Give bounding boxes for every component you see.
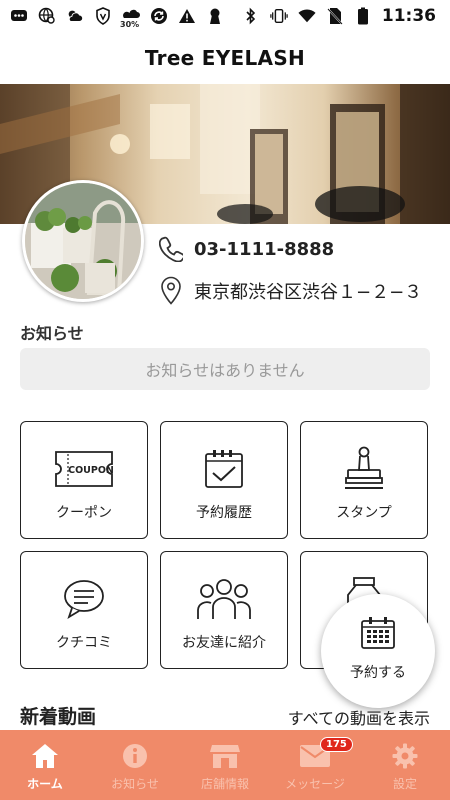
bottom-tab-bar: ホーム お知らせ 店舗情報 メッセージ 175 設定 [0,730,450,800]
battery-icon [354,7,372,25]
review-bubble-icon [21,574,147,624]
tab-settings-label: 設定 [392,777,417,791]
home-icon [31,742,59,770]
tab-messages[interactable]: メッセージ 175 [270,730,360,800]
news-empty-message: お知らせはありません [145,361,305,380]
gear-icon [392,742,418,770]
status-time: 11:36 [381,6,436,26]
address-text[interactable]: 東京都渋谷区渋谷１−２−３ [194,278,422,304]
status-bar: 30% 11:36 [0,0,450,32]
show-all-videos-link[interactable]: すべての動画を表示 [288,705,430,729]
stamp-label: スタンプ [336,505,392,521]
tab-settings[interactable]: 設定 [360,730,450,800]
review-label: クチコミ [56,635,112,651]
bluetooth-icon [242,7,260,25]
globe-search-icon [38,7,56,25]
coupon-label: クーポン [56,505,112,521]
coupon-tile[interactable]: COUPON クーポン [20,421,148,539]
tab-news[interactable]: お知らせ [90,730,180,800]
refer-friend-tile[interactable]: お友達に紹介 [160,551,288,669]
weather-icon [66,7,84,25]
reserve-button[interactable]: 予約する [321,594,435,708]
location-pin-icon [158,276,184,306]
warning-icon [178,7,196,25]
tab-store[interactable]: 店舗情報 [180,730,270,800]
phone-icon [158,234,184,264]
refer-friend-label: お友達に紹介 [182,635,266,651]
videos-heading: 新着動画 [20,706,97,728]
news-heading: お知らせ [20,324,84,343]
shop-phone[interactable]: 03-1111-8888 [158,234,334,264]
battery-saver-icon: 30% [120,7,140,29]
sync-icon [150,7,168,25]
stamp-tile[interactable]: スタンプ [300,421,428,539]
news-empty-box: お知らせはありません [20,348,430,390]
shop-address[interactable]: 東京都渋谷区渋谷１−２−３ [158,276,422,306]
message-count-badge: 175 [320,737,353,752]
chat-notification-icon [10,7,28,25]
vpn-shield-icon [94,7,112,25]
tab-news-label: お知らせ [111,777,159,791]
info-icon [122,742,148,770]
review-tile[interactable]: クチコミ [20,551,148,669]
reserve-label: 予約する [350,665,406,681]
coupon-icon-text: COUPON [68,465,114,476]
tab-home-label: ホーム [27,777,63,791]
store-icon [210,742,240,770]
wifi-icon [298,7,316,25]
reservation-history-tile[interactable]: 予約履歴 [160,421,288,539]
phone-number[interactable]: 03-1111-8888 [194,239,334,260]
title-bar: Tree EYELASH [0,32,450,84]
tab-messages-label: メッセージ [285,777,345,791]
coupon-icon: COUPON [21,444,147,494]
vibrate-icon [270,7,288,25]
stamp-icon [301,444,427,494]
shop-avatar [22,180,144,302]
reservation-history-icon [161,444,287,494]
tab-store-label: 店舗情報 [200,777,249,791]
calendar-icon [321,616,435,650]
reservation-history-label: 予約履歴 [196,505,252,521]
no-sim-icon [326,7,344,25]
keyhole-icon [206,7,224,25]
tab-home[interactable]: ホーム [0,730,90,800]
page-title: Tree EYELASH [144,46,306,70]
friends-icon [161,574,287,624]
battery-saver-value: 30% [120,20,140,29]
